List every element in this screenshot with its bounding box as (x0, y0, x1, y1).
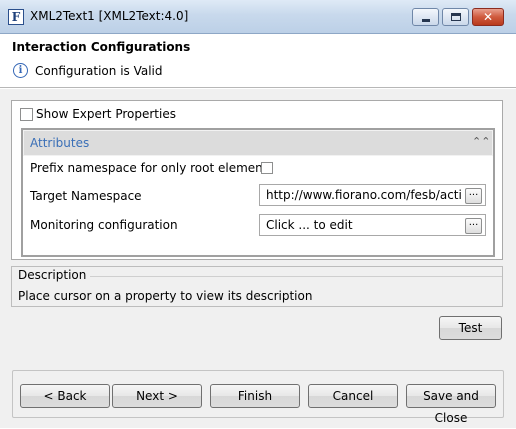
back-button[interactable]: < Back (20, 384, 110, 408)
page-title: Interaction Configurations (12, 40, 191, 54)
minimize-button[interactable] (412, 8, 439, 26)
attributes-title: Attributes (30, 136, 90, 150)
next-button[interactable]: Next > (112, 384, 202, 408)
monitoring-config-ellipsis-icon[interactable]: ... (465, 218, 482, 234)
maximize-icon (451, 13, 461, 21)
target-namespace-field[interactable]: http://www.fiorano.com/fesb/activit ... (259, 184, 486, 206)
monitoring-config-field[interactable]: Click ... to edit ... (259, 214, 486, 236)
finish-button[interactable]: Finish (210, 384, 300, 408)
maximize-button[interactable] (442, 8, 469, 26)
cancel-button[interactable]: Cancel (308, 384, 398, 408)
description-text: Place cursor on a property to view its d… (18, 289, 313, 303)
test-button[interactable]: Test (439, 316, 502, 340)
show-expert-checkbox[interactable] (20, 108, 33, 121)
save-and-close-button[interactable]: Save and Close (406, 384, 496, 425)
app-icon: F (8, 9, 24, 25)
description-divider (82, 276, 502, 277)
collapse-icon[interactable]: ⌃⌃ (472, 134, 490, 150)
minimize-icon (422, 19, 430, 22)
close-icon: ✕ (482, 10, 494, 24)
show-expert-label[interactable]: Show Expert Properties (36, 107, 176, 121)
validation-status: Configuration is Valid (35, 64, 163, 78)
prefix-namespace-checkbox[interactable] (261, 162, 273, 174)
target-namespace-value: http://www.fiorano.com/fesb/activit (266, 188, 462, 202)
target-namespace-label: Target Namespace (30, 189, 142, 203)
target-namespace-ellipsis-icon[interactable]: ... (465, 188, 482, 204)
close-button[interactable]: ✕ (472, 8, 504, 26)
prefix-namespace-label: Prefix namespace for only root element? (30, 161, 274, 175)
window-title: XML2Text1 [XML2Text:4.0] (30, 9, 189, 23)
monitoring-config-value: Click ... to edit (266, 218, 353, 232)
description-label: Description (18, 268, 91, 282)
monitoring-config-label: Monitoring configuration (30, 218, 178, 232)
attributes-header[interactable] (23, 130, 493, 156)
info-icon: i (13, 63, 28, 78)
